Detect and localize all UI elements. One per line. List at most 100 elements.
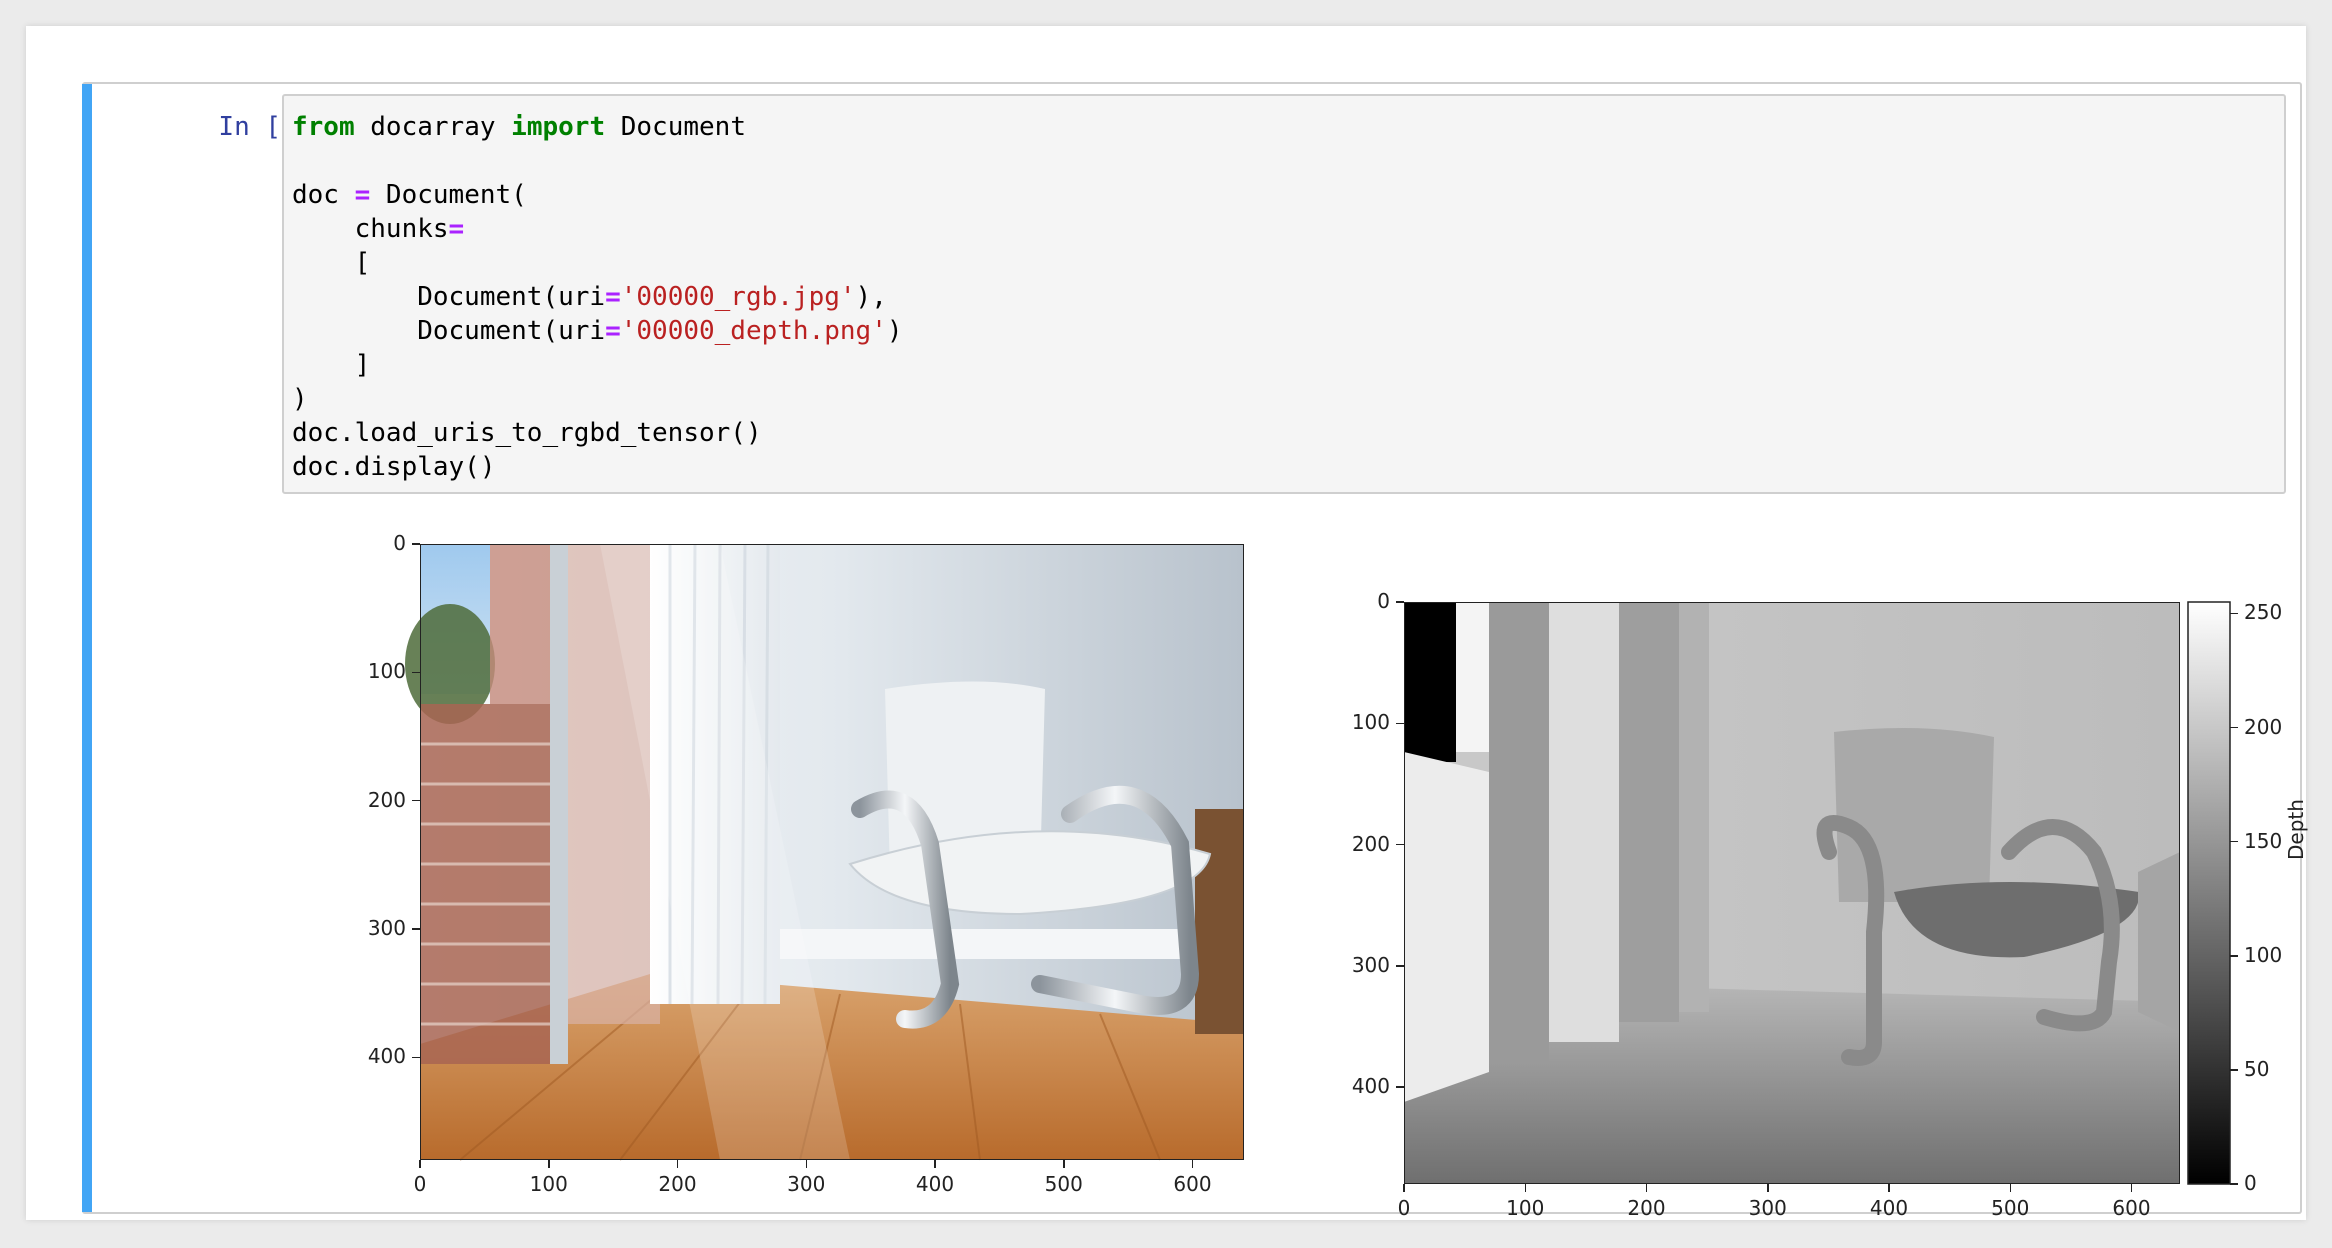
depth-x-tick <box>1767 1184 1769 1192</box>
code-token: = <box>605 316 621 346</box>
code-line: from docarray import Document <box>292 112 746 142</box>
colorbar-tick <box>2230 955 2238 957</box>
rgb-y-tick-label: 100 <box>367 659 406 684</box>
colorbar-tick-label: 100 <box>2244 942 2283 967</box>
code-token: docarray <box>354 112 512 142</box>
code-token: Document <box>605 112 746 142</box>
depth-y-tick <box>1396 965 1404 967</box>
notebook-page: In [4]: from docarray import Document do… <box>26 26 2308 1220</box>
code-token: ) <box>886 316 903 346</box>
code-line: Document(uri='00000_depth.png') <box>292 316 903 346</box>
depth-axes-frame <box>1404 602 2180 1184</box>
code-token: Document(uri <box>292 282 606 312</box>
depth-x-tick-label: 200 <box>1627 1196 1666 1220</box>
depth-x-tick-label: 400 <box>1869 1196 1909 1220</box>
colorbar-tick-label: 150 <box>2244 828 2283 853</box>
code-token: doc <box>292 180 355 210</box>
rgb-y-tick <box>412 799 420 802</box>
rgb-x-tick-label: 600 <box>1173 1172 1212 1196</box>
rgb-y-tick <box>412 671 420 674</box>
depth-y-tick <box>1396 722 1404 724</box>
depth-y-tick-label: 0 <box>1377 589 1390 613</box>
code-line: [ <box>292 248 371 278</box>
rgb-y-tick <box>412 928 420 930</box>
rgb-y-tick <box>412 543 420 545</box>
depth-x-tick <box>1645 1184 1648 1192</box>
code-token: '00000_rgb.jpg' <box>620 282 856 312</box>
depth-image-plot: 0 100 200 300 400 500 600 0 100 200 300 400 0 50 100 1… <box>1262 534 2308 1220</box>
colorbar-tick-label: 250 <box>2244 600 2283 625</box>
depth-y-tick-label: 100 <box>1351 710 1390 735</box>
code-token: [ <box>292 248 371 278</box>
depth-y-tick-label: 200 <box>1351 831 1390 856</box>
colorbar-tick <box>2230 1183 2238 1185</box>
code-token: chunks <box>292 214 449 244</box>
rgb-x-tick-label: 300 <box>787 1172 826 1196</box>
rgb-y-tick-label: 400 <box>367 1044 406 1069</box>
colorbar-tick <box>2230 1069 2238 1071</box>
depth-x-tick-label: 0 <box>1397 1196 1411 1220</box>
code-token: ] <box>292 350 371 380</box>
depth-x-tick-label: 600 <box>2112 1196 2151 1220</box>
depth-y-tick <box>1396 601 1404 603</box>
colorbar-tick <box>2230 612 2238 615</box>
depth-x-tick <box>1403 1184 1405 1192</box>
rgb-x-tick <box>1063 1160 1065 1168</box>
code-line: doc = Document( <box>292 180 527 210</box>
rgb-y-tick <box>412 1056 420 1059</box>
code-token: ) <box>292 384 308 414</box>
depth-x-tick <box>2009 1184 2011 1192</box>
code-line: doc.load_uris_to_rgbd_tensor() <box>292 418 762 448</box>
rgb-x-tick-label: 400 <box>915 1172 955 1196</box>
rgb-y-tick-label: 300 <box>367 916 406 940</box>
code-token: '00000_depth.png' <box>620 316 887 346</box>
rgb-x-tick <box>676 1160 679 1168</box>
code-token: = <box>448 214 465 244</box>
colorbar-tick-label: 0 <box>2244 1171 2257 1195</box>
code-cell[interactable]: In [4]: from docarray import Document do… <box>82 82 2308 1220</box>
code-line: Document(uri='00000_rgb.jpg'), <box>292 282 887 312</box>
code-token: import <box>511 112 606 142</box>
code-line: ] <box>292 350 371 380</box>
cell-selection-bar <box>82 84 92 1212</box>
colorbar-tick <box>2230 726 2238 729</box>
code-line: doc.display() <box>292 452 496 482</box>
rgb-x-tick <box>548 1160 550 1168</box>
depth-x-tick <box>1888 1184 1890 1192</box>
depth-y-tick-label: 300 <box>1351 952 1390 977</box>
rgb-x-tick <box>934 1160 936 1168</box>
depth-x-tick-label: 300 <box>1748 1196 1787 1220</box>
colorbar-tick-label: 200 <box>2244 714 2283 739</box>
rgb-x-tick-label: 200 <box>658 1172 697 1196</box>
rgb-x-tick <box>419 1160 421 1168</box>
code-line: chunks= <box>292 214 465 244</box>
rgb-x-tick-label: 0 <box>413 1172 427 1196</box>
rgb-y-tick-label: 200 <box>367 787 406 812</box>
code-line: ) <box>292 384 308 414</box>
depth-y-tick-label: 400 <box>1351 1074 1390 1098</box>
rgb-image-plot: 0 100 200 300 400 500 600 0 100 200 300 400 <box>212 514 1262 1204</box>
code-editor[interactable]: from docarray import Document doc = Docu… <box>282 94 2286 494</box>
depth-x-tick-label: 500 <box>1991 1196 2030 1220</box>
rgb-x-tick-label: 500 <box>1044 1172 1083 1196</box>
rgb-y-tick-label: 0 <box>393 531 406 555</box>
code-token: Document(uri <box>292 316 606 346</box>
code-token: doc.display() <box>292 452 496 482</box>
colorbar-tick <box>2230 840 2238 843</box>
depth-x-tick-label: 100 <box>1506 1196 1545 1220</box>
code-token: = <box>605 282 621 312</box>
depth-x-tick <box>1524 1184 1526 1192</box>
depth-y-tick <box>1396 1086 1404 1088</box>
rgb-axes-frame <box>420 544 1244 1160</box>
code-token: ), <box>855 282 887 312</box>
colorbar-label: Depth <box>2284 799 2308 860</box>
rgb-x-tick-label: 100 <box>529 1172 568 1196</box>
code-token: Document( <box>370 180 527 210</box>
code-token: doc.load_uris_to_rgbd_tensor() <box>292 418 762 448</box>
depth-y-tick <box>1396 843 1404 846</box>
code-token: from <box>292 112 355 142</box>
colorbar-tick-label: 50 <box>2244 1056 2270 1081</box>
depth-x-tick <box>2130 1184 2133 1192</box>
code-token: = <box>354 180 371 210</box>
rgb-x-tick <box>1191 1160 1194 1168</box>
